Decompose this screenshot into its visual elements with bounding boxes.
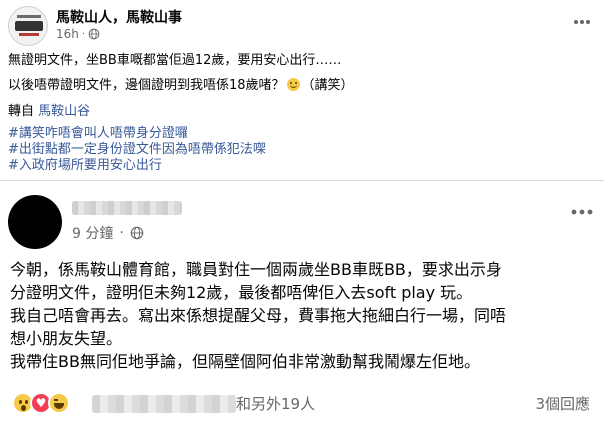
post-header: 馬鞍山人，馬鞍山事 16h ·	[8, 6, 598, 46]
smile-emoji-icon	[286, 78, 300, 91]
post-text-line: 以後唔帶證明文件，邊個證明到我唔係18歲啫？ （講笑）	[8, 77, 354, 95]
hashtag-link[interactable]: #入政府場所要用安心出行	[8, 157, 162, 175]
post-time[interactable]: 16h	[56, 27, 79, 41]
page-avatar[interactable]	[8, 6, 48, 46]
globe-icon	[88, 28, 100, 40]
shared-post-line: 想小朋友失望。	[10, 329, 123, 348]
globe-icon	[130, 226, 144, 240]
shared-from-label: 轉自	[8, 104, 35, 119]
reactors-count: 和另外19人	[236, 395, 316, 413]
redacted-reactor-names	[92, 395, 236, 413]
more-options-icon	[571, 209, 593, 215]
more-options-icon[interactable]	[570, 12, 594, 32]
shared-post-meta: 9 分鐘 ·	[72, 223, 144, 243]
post-text-segment: 以後唔帶證明文件，邊個證明到我唔係18歲啫？	[8, 78, 285, 93]
shared-from-link[interactable]: 馬鞍山谷	[38, 104, 90, 119]
reaction-icons	[12, 392, 70, 416]
comments-count: 3個回應	[535, 395, 590, 413]
shared-post-line: 我帶住BB無同佢地爭論，但隔壁個阿伯非常激動幫我鬧爆左佢地。	[10, 352, 480, 371]
post-text-line: 無證明文件，坐BB車嘅都當佢過12歲，要用安心出行……	[8, 53, 342, 68]
redacted-author-name	[72, 201, 182, 215]
post-text-segment: （講笑）	[301, 78, 354, 93]
facebook-post: 馬鞍山人，馬鞍山事 16h · 無證明文件，坐BB車嘅都當佢過12歲，要用安心出…	[0, 0, 604, 427]
haha-icon	[48, 392, 70, 414]
shared-from: 轉自 馬鞍山谷	[8, 103, 90, 121]
shared-post-time: 9 分鐘	[72, 226, 114, 242]
meta-separator: ·	[81, 28, 86, 40]
shared-post-line: 我自己唔會再去。寫出來係想提醒父母，費事拖大拖細白行一場，同唔	[10, 306, 507, 325]
shared-post-line: 今朝，係馬鞍山體育館，職員對住一個兩歲坐BB車既BB，要求出示身	[10, 260, 502, 279]
shared-post-line: 分證明文件，證明佢未夠12歲，最後都唔俾佢入去soft play 玩。	[10, 283, 473, 302]
shared-post-screenshot[interactable]: 9 分鐘 · 今朝，係馬鞍山體育館，職員對住一個兩歲坐BB車既BB，要求出示身 …	[0, 180, 604, 427]
redacted-avatar	[8, 195, 62, 249]
page-name[interactable]: 馬鞍山人，馬鞍山事	[56, 7, 182, 27]
post-meta: 16h ·	[56, 27, 100, 41]
meta-separator: ·	[119, 225, 124, 241]
